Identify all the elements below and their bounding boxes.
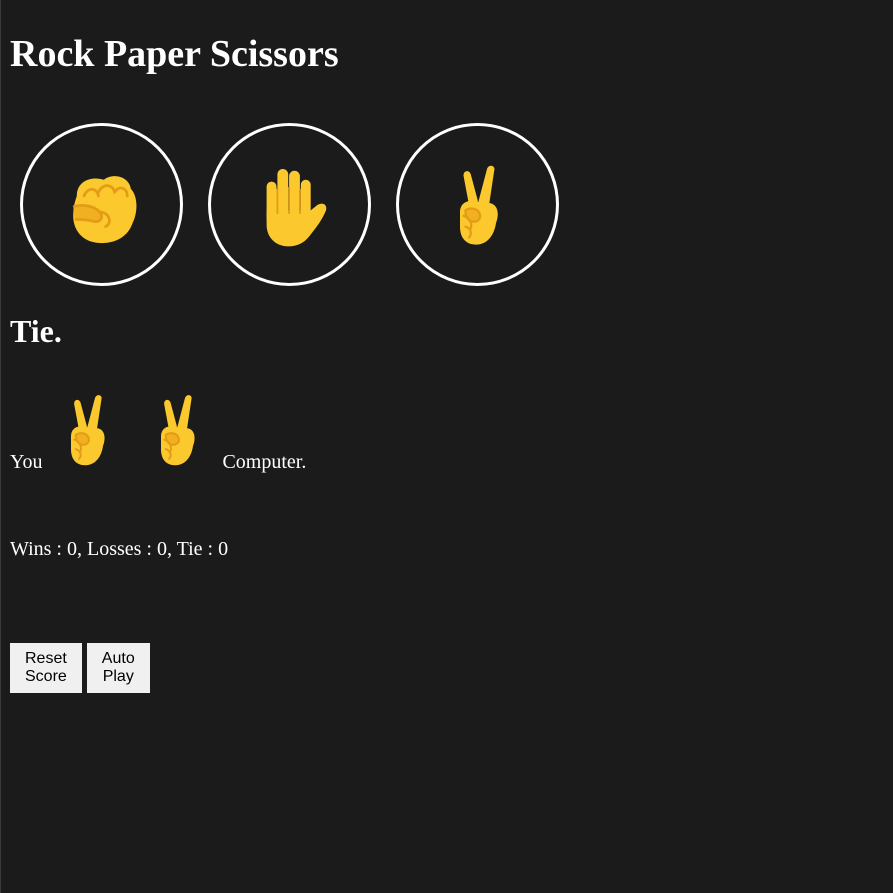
fist-icon bbox=[72, 175, 136, 243]
reset-score-button[interactable]: Reset Score bbox=[10, 643, 82, 693]
action-buttons: Reset Score Auto Play bbox=[10, 643, 150, 693]
paper-button[interactable] bbox=[208, 123, 371, 286]
player-move bbox=[47, 385, 127, 475]
scissors-button[interactable] bbox=[396, 123, 559, 286]
you-label: You bbox=[10, 451, 43, 473]
victory-hand-icon bbox=[459, 165, 498, 245]
score-text: Wins : 0, Losses : 0, Tie : 0 bbox=[10, 538, 229, 560]
page-title: Rock Paper Scissors bbox=[10, 33, 339, 75]
victory-hand-icon bbox=[71, 395, 106, 466]
auto-play-button[interactable]: Auto Play bbox=[86, 643, 150, 693]
moves-line: You Computer. bbox=[10, 380, 306, 475]
computer-move bbox=[137, 385, 217, 475]
result-text: Tie. bbox=[10, 313, 62, 349]
raised-hand-icon bbox=[266, 168, 326, 246]
rock-button[interactable] bbox=[20, 123, 183, 286]
victory-hand-icon bbox=[161, 395, 196, 466]
move-buttons bbox=[20, 123, 559, 286]
computer-label: Computer. bbox=[222, 451, 307, 473]
